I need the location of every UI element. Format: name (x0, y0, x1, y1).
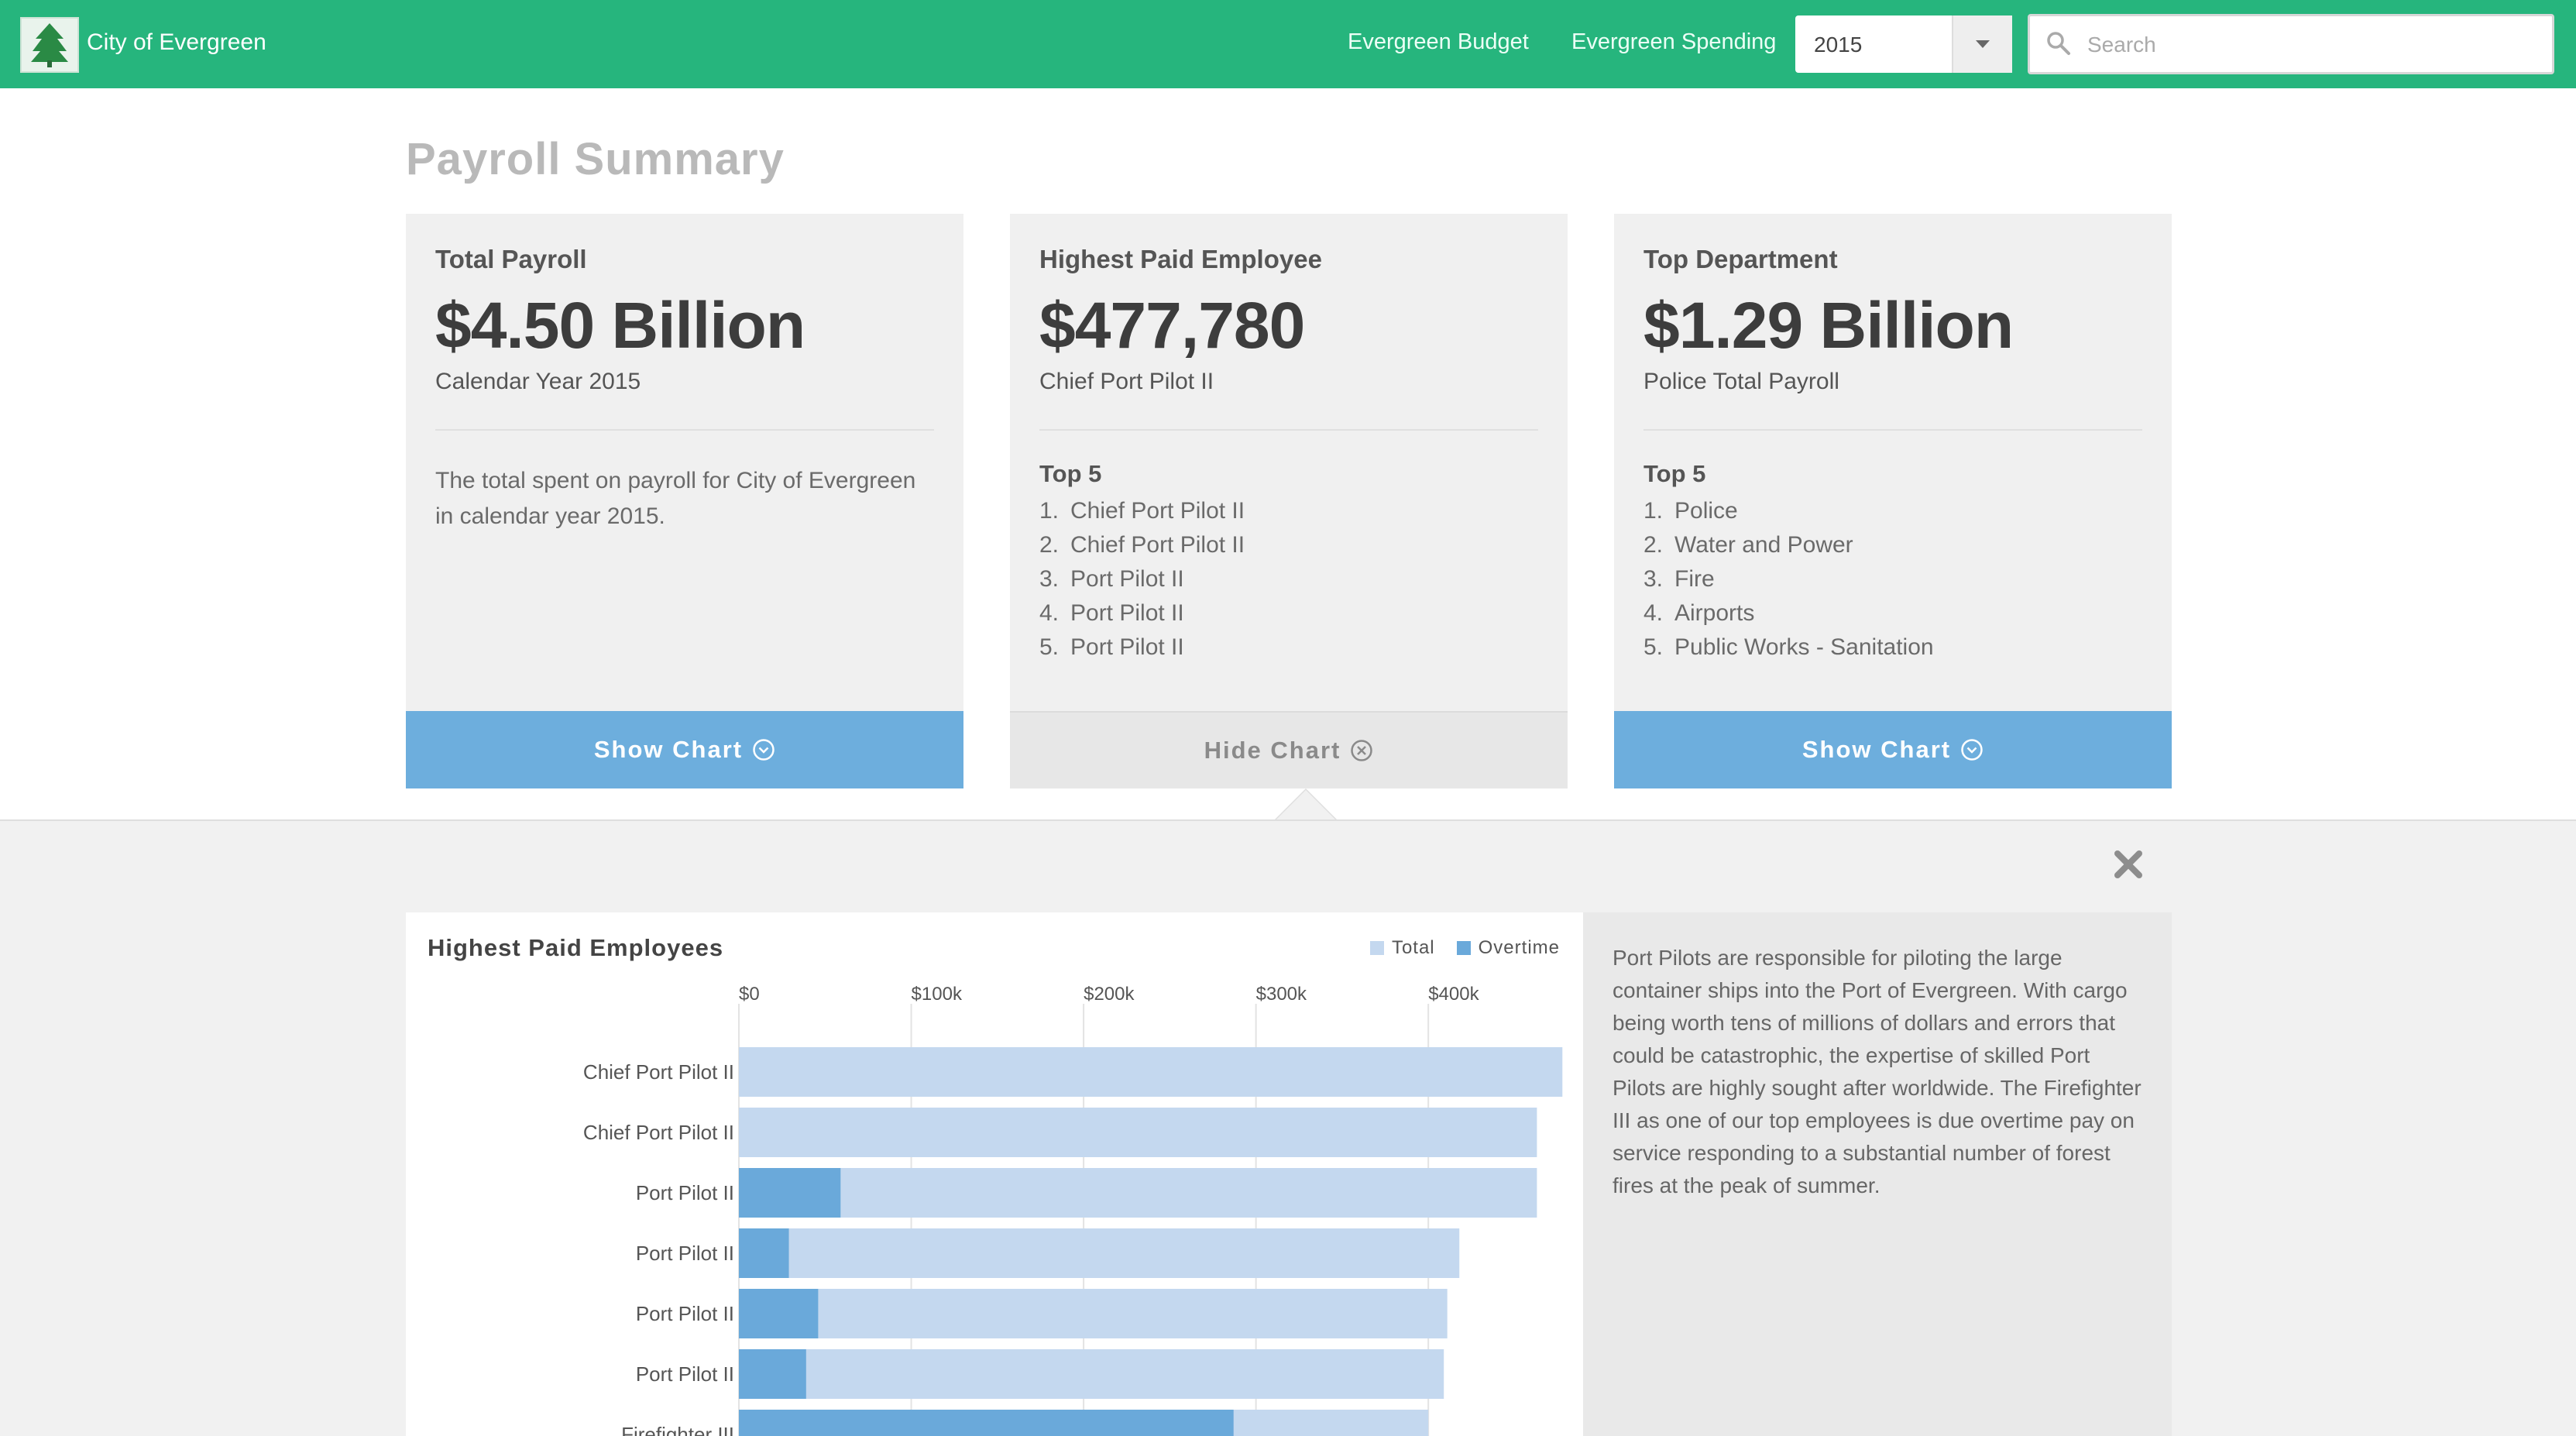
button-label: Hide Chart (1204, 737, 1341, 764)
card-subtitle: Calendar Year 2015 (435, 369, 641, 394)
top5-title: Top 5 (1643, 460, 1706, 487)
bar-total (739, 1047, 1563, 1097)
list-item: 2. Water and Power (1643, 532, 1853, 558)
brand-name[interactable]: City of Evergreen (87, 29, 266, 56)
search-input[interactable] (2086, 27, 2538, 63)
top5-list: 1. Chief Port Pilot II 2. Chief Port Pilot… (1039, 494, 1245, 665)
divider (1039, 429, 1538, 431)
chart-card: $0 $100k $200k $300k $400k Chief Port Pilot I… (406, 912, 1583, 1436)
button-label: Show Chart (593, 736, 744, 763)
legend-item-overtime: Overtime (1456, 937, 1560, 959)
card-highest-paid: Highest Paid Employee $477,780 Chief Por… (1010, 214, 1568, 788)
bar-total (739, 1228, 1460, 1278)
card-label: Top Department (1643, 245, 1838, 273)
legend-label: Overtime (1478, 937, 1560, 958)
list-item: 5. Port Pilot II (1039, 634, 1184, 660)
divider (435, 429, 934, 431)
legend-label: Total (1391, 937, 1435, 958)
legend-swatch (1369, 941, 1384, 955)
x-tick-label: $200k (1084, 984, 1135, 1005)
x-tick-label: $400k (1428, 984, 1479, 1005)
nav-link-spending[interactable]: Evergreen Spending (1571, 29, 1776, 55)
card-value: $1.29 Billion (1643, 289, 2014, 362)
x-tick-label: $0 (739, 984, 760, 1005)
page-title: Payroll Summary (406, 134, 785, 184)
year-select[interactable]: 2015 (1795, 15, 2012, 73)
search-icon (2045, 30, 2072, 60)
close-circle-icon (1351, 740, 1373, 761)
hide-chart-button[interactable]: Hide Chart (1010, 711, 1568, 788)
card-value: $4.50 Billion (435, 289, 805, 362)
legend-item-total: Total (1369, 937, 1435, 959)
chevron-circle-down-icon (1961, 739, 1983, 761)
card-subtitle: Police Total Payroll (1643, 369, 1839, 394)
top5-list: 1. Police 2. Water and Power 3. Fire 4. Airp… (1643, 494, 1934, 665)
bar-overtime (739, 1228, 789, 1278)
top-bar: City of Evergreen Evergreen Budget Everg… (0, 0, 2576, 88)
card-subtitle: Chief Port Pilot II (1039, 369, 1214, 394)
list-item: 4. Airports (1643, 600, 1755, 626)
show-chart-button[interactable]: Show Chart (406, 711, 963, 788)
card-total-payroll: Total Payroll $4.50 Billion Calendar Yea… (406, 214, 963, 788)
show-chart-button[interactable]: Show Chart (1614, 711, 2172, 788)
x-tick-label: $100k (912, 984, 963, 1005)
divider (1643, 429, 2142, 431)
chevron-circle-down-icon (753, 739, 775, 761)
nav-link-budget[interactable]: Evergreen Budget (1348, 29, 1529, 55)
chart-title: Highest Paid Employees (428, 934, 724, 961)
list-item: 1. Chief Port Pilot II (1039, 498, 1245, 524)
chart-info-box: Port Pilots are responsible for piloting… (1583, 912, 2172, 1436)
bar-overtime (739, 1289, 819, 1338)
chevron-down-icon[interactable] (1952, 15, 2012, 73)
x-tick-label: $300k (1256, 984, 1307, 1005)
bar-total (739, 1108, 1537, 1157)
close-icon[interactable] (2113, 849, 2144, 884)
y-category-label: Chief Port Pilot II (583, 1060, 734, 1084)
chart-description: Port Pilots are responsible for piloting… (1613, 946, 2142, 1197)
y-category-label: Port Pilot II (636, 1181, 734, 1204)
list-item: 4. Port Pilot II (1039, 600, 1184, 626)
card-top-department: Top Department $1.29 Billion Police Tota… (1614, 214, 2172, 788)
bar-chart: $0 $100k $200k $300k $400k Chief Port Pilot I… (583, 984, 1563, 1436)
list-item: 1. Police (1643, 498, 1738, 524)
y-category-label: Firefighter III (621, 1423, 734, 1436)
bar-total (739, 1168, 1537, 1218)
card-value: $477,780 (1039, 289, 1305, 362)
card-label: Total Payroll (435, 245, 587, 273)
y-category-label: Port Pilot II (636, 1302, 734, 1325)
list-item: 3. Fire (1643, 566, 1715, 592)
tree-logo-icon[interactable] (20, 17, 79, 73)
year-select-value: 2015 (1814, 33, 1863, 57)
top5-title: Top 5 (1039, 460, 1102, 487)
button-label: Show Chart (1801, 736, 1952, 763)
y-category-label: Port Pilot II (636, 1362, 734, 1386)
search-box[interactable] (2028, 14, 2554, 74)
bar-overtime (739, 1168, 841, 1218)
bar-total (739, 1289, 1448, 1338)
panel-pointer (1276, 790, 1335, 819)
bar-overtime (739, 1410, 1234, 1436)
list-item: 2. Chief Port Pilot II (1039, 532, 1245, 558)
list-item: 5. Public Works - Sanitation (1643, 634, 1934, 660)
bar-total (739, 1349, 1444, 1399)
chart-legend: Total Overtime (1369, 937, 1560, 959)
card-description: The total spent on payroll for City of E… (435, 468, 916, 529)
y-category-label: Port Pilot II (636, 1242, 734, 1265)
legend-swatch (1456, 941, 1471, 955)
bar-overtime (739, 1349, 806, 1399)
list-item: 3. Port Pilot II (1039, 566, 1184, 592)
y-category-label: Chief Port Pilot II (583, 1121, 734, 1144)
card-label: Highest Paid Employee (1039, 245, 1322, 273)
